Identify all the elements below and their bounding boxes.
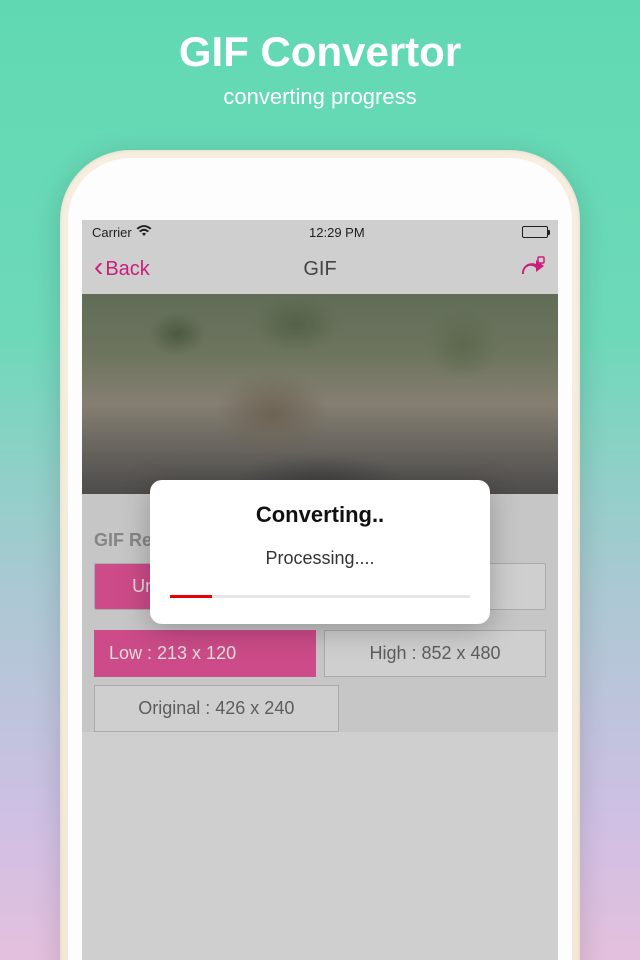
promo-subtitle: converting progress: [0, 84, 640, 110]
promo-title: GIF Convertor: [0, 0, 640, 76]
app-screen: Carrier 12:29 PM ‹ Back GIF: [82, 220, 558, 960]
dialog-title: Converting..: [170, 502, 470, 528]
converting-dialog: Converting.. Processing....: [150, 480, 490, 624]
progress-bar: [170, 595, 470, 598]
dialog-message: Processing....: [170, 548, 470, 569]
progress-fill: [170, 595, 212, 598]
modal-overlay: Converting.. Processing....: [82, 220, 558, 960]
phone-frame: Carrier 12:29 PM ‹ Back GIF: [60, 150, 580, 960]
